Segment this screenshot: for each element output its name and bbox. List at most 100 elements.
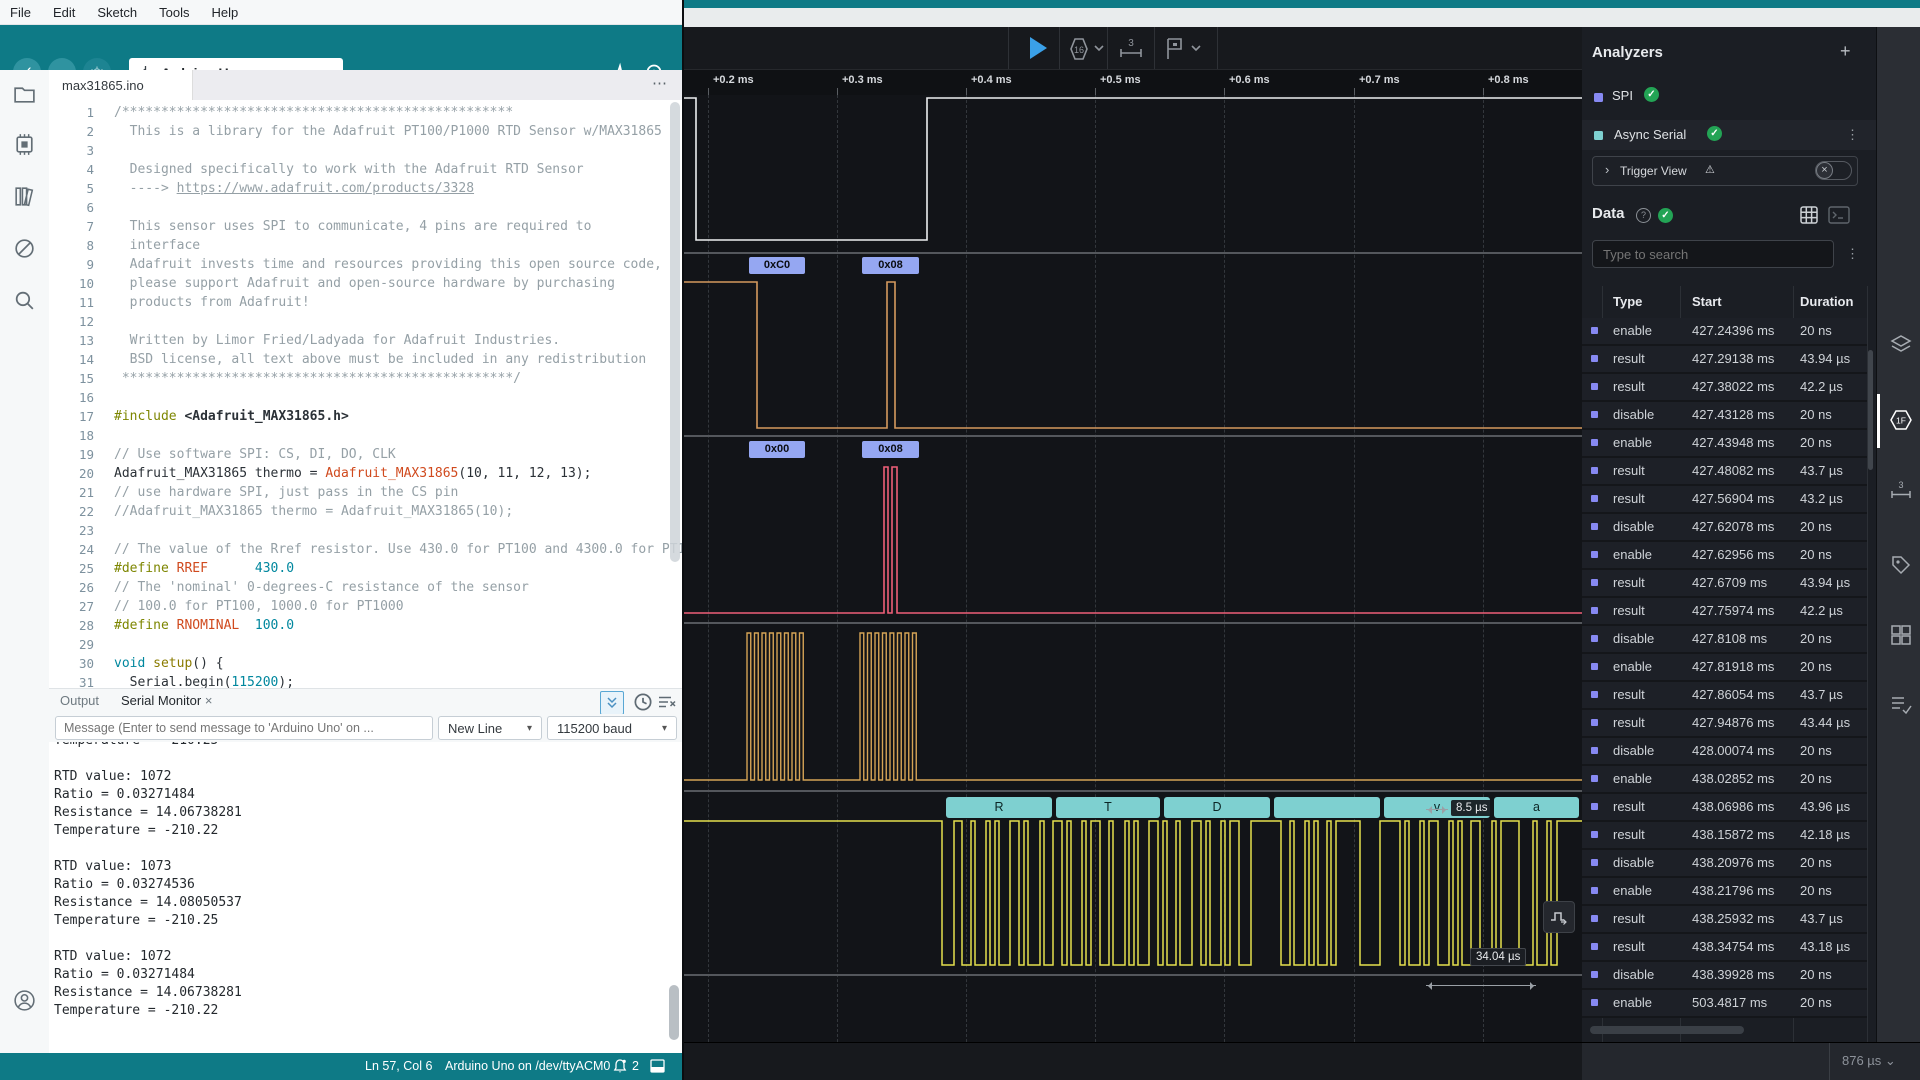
- analyzer-row-async-serial[interactable]: Async Serial ✓ ⋮: [1582, 120, 1876, 150]
- data-table-row[interactable]: result 438.34754 ms 43.18 µs: [1582, 934, 1867, 962]
- annotations-flag-button[interactable]: [1164, 36, 1204, 62]
- menu-sketch[interactable]: Sketch: [97, 5, 137, 20]
- decode-bubble[interactable]: 0xC0: [749, 257, 805, 274]
- data-table-row[interactable]: result 438.25932 ms 43.7 µs: [1582, 906, 1867, 934]
- decode-bubble[interactable]: a: [1494, 797, 1579, 818]
- tab-max31865-ino[interactable]: max31865.ino: [49, 70, 193, 100]
- tab-serial-monitor[interactable]: Serial Monitor ×: [121, 693, 212, 708]
- data-table-row[interactable]: disable 427.8108 ms 20 ns: [1582, 626, 1867, 654]
- serial-message-input[interactable]: [55, 716, 433, 740]
- data-table-row[interactable]: disable 438.20976 ms 20 ns: [1582, 850, 1867, 878]
- spi-channel-color-chip: [1594, 93, 1603, 102]
- data-table-row[interactable]: result 427.75974 ms 42.2 µs: [1582, 598, 1867, 626]
- decode-bubble[interactable]: R: [946, 797, 1052, 818]
- data-table-row[interactable]: enable 503.4817 ms 20 ns: [1582, 990, 1867, 1018]
- data-table-row[interactable]: result 427.29138 ms 43.94 µs: [1582, 346, 1867, 374]
- data-search-input[interactable]: [1592, 240, 1834, 268]
- tab-actions-icon[interactable]: ⋯: [652, 74, 668, 92]
- toggle-panel-icon[interactable]: [650, 1059, 665, 1073]
- data-table-row[interactable]: enable 427.81918 ms 20 ns: [1582, 654, 1867, 682]
- menu-tools[interactable]: Tools: [159, 5, 189, 20]
- annotations-panel-icon[interactable]: [1890, 554, 1912, 576]
- help-icon[interactable]: ?: [1636, 208, 1651, 223]
- measurements-panel-icon[interactable]: 3: [1890, 479, 1912, 501]
- data-table-row[interactable]: result 427.86054 ms 43.7 µs: [1582, 682, 1867, 710]
- data-table-row[interactable]: result 427.56904 ms 43.2 µs: [1582, 486, 1867, 514]
- column-header-start[interactable]: Start: [1692, 294, 1722, 309]
- code-line: please support Adafruit and open-source …: [114, 276, 615, 291]
- data-table-row[interactable]: enable 427.62956 ms 20 ns: [1582, 542, 1867, 570]
- decode-bubble[interactable]: T: [1056, 797, 1160, 818]
- serial-output-line: Ratio = 0.03274536: [54, 877, 195, 892]
- menu-edit[interactable]: Edit: [53, 5, 75, 20]
- table-vertical-scrollbar[interactable]: [1868, 350, 1873, 470]
- device-settings-button[interactable]: 16: [1068, 37, 1106, 61]
- row-channel-chip: [1591, 775, 1598, 782]
- table-view-icon[interactable]: [1800, 206, 1818, 224]
- decode-bubble[interactable]: D: [1164, 797, 1270, 818]
- code-editor[interactable]: 1 2 3 4 5 6 7 8 9 10 11 12 13 14 15 16 17 18 19 20 21 22 23 24 2…: [49, 100, 682, 688]
- notes-panel-icon[interactable]: [1890, 694, 1912, 716]
- search-options-icon[interactable]: ⋮: [1846, 246, 1859, 262]
- decode-bubble[interactable]: 0x00: [749, 441, 805, 458]
- data-table-row[interactable]: result 438.06986 ms 43.96 µs: [1582, 794, 1867, 822]
- editor-scrollbar[interactable]: [670, 102, 680, 562]
- timestamp-icon[interactable]: [633, 692, 653, 712]
- screen: File Edit Sketch Tools Help ✓ → Arduino Uno …: [0, 0, 1920, 1080]
- serial-scrollbar[interactable]: [669, 985, 679, 1040]
- data-table-row[interactable]: enable 438.02852 ms 20 ns: [1582, 766, 1867, 794]
- search-icon[interactable]: [12, 288, 37, 313]
- capture-panel-icon[interactable]: 1F: [1890, 409, 1912, 431]
- spi-analyzer-label: SPI: [1612, 88, 1633, 103]
- serial-options-icon[interactable]: ⋮: [1846, 127, 1859, 143]
- data-table-row[interactable]: result 427.38022 ms 42.2 µs: [1582, 374, 1867, 402]
- tab-output[interactable]: Output: [60, 693, 99, 708]
- data-table-row[interactable]: result 427.94876 ms 43.44 µs: [1582, 710, 1867, 738]
- data-table-row[interactable]: disable 438.39928 ms 20 ns: [1582, 962, 1867, 990]
- terminal-view-icon[interactable]: [1828, 206, 1850, 224]
- serial-monitor-output[interactable]: Temperature = -210.25 RTD value: 1072 Rati…: [49, 742, 682, 1053]
- decode-bubble[interactable]: 0x08: [862, 441, 919, 458]
- decode-bubble[interactable]: [1274, 797, 1380, 818]
- menu-file[interactable]: File: [10, 5, 31, 20]
- window-span-selector[interactable]: 876 µs ⌄: [1842, 1053, 1896, 1069]
- sketchbook-folder-icon[interactable]: [12, 82, 37, 107]
- clear-output-icon[interactable]: [657, 692, 677, 712]
- column-header-duration[interactable]: Duration: [1800, 294, 1853, 309]
- line-ending-select[interactable]: New Line ▾: [438, 716, 542, 740]
- data-table-row[interactable]: result 438.15872 ms 42.18 µs: [1582, 822, 1867, 850]
- trigger-view-toggle[interactable]: ×: [1815, 161, 1852, 180]
- notifications-bell-icon[interactable]: [612, 1058, 628, 1074]
- decode-bubble[interactable]: 0x08: [862, 257, 919, 274]
- debug-panel-icon[interactable]: [12, 236, 37, 261]
- baud-rate-select[interactable]: 115200 baud ▾: [547, 716, 677, 740]
- account-icon[interactable]: [12, 988, 37, 1013]
- timing-marker-button[interactable]: [1543, 901, 1575, 933]
- add-analyzer-button[interactable]: +: [1840, 41, 1851, 62]
- board-port-status[interactable]: Arduino Uno on /dev/ttyACM0: [445, 1059, 610, 1073]
- close-icon[interactable]: ×: [205, 693, 213, 708]
- data-table-row[interactable]: disable 428.00074 ms 20 ns: [1582, 738, 1867, 766]
- trigger-view-row[interactable]: › Trigger View ⚠ ×: [1592, 156, 1858, 186]
- line-number: 26: [78, 580, 94, 595]
- start-capture-button[interactable]: [1026, 34, 1050, 62]
- analyzers-panel-icon[interactable]: [1890, 334, 1912, 356]
- library-manager-icon[interactable]: [12, 184, 37, 209]
- extensions-panel-icon[interactable]: [1890, 624, 1912, 646]
- data-table-row[interactable]: disable 427.62078 ms 20 ns: [1582, 514, 1867, 542]
- column-header-type[interactable]: Type: [1613, 294, 1642, 309]
- data-table-row[interactable]: disable 427.43128 ms 20 ns: [1582, 402, 1867, 430]
- data-table-row[interactable]: enable 427.24396 ms 20 ns: [1582, 318, 1867, 346]
- data-table-row[interactable]: result 427.48082 ms 43.7 µs: [1582, 458, 1867, 486]
- table-horizontal-scrollbar[interactable]: [1590, 1026, 1744, 1034]
- waveform-area[interactable]: +0.2 ms +0.3 ms +0.4 ms +0.5 ms +0.6 ms +0.7 …: [684, 70, 1582, 1042]
- serial-output-line: [54, 840, 242, 858]
- toggle-autoscroll-button[interactable]: [600, 691, 624, 715]
- measurements-button[interactable]: 3: [1118, 36, 1144, 62]
- data-table-row[interactable]: enable 438.21796 ms 20 ns: [1582, 878, 1867, 906]
- data-table-row[interactable]: result 427.6709 ms 43.94 µs: [1582, 570, 1867, 598]
- la-bottom-status: 876 µs ⌄: [1582, 1042, 1920, 1080]
- menu-help[interactable]: Help: [211, 5, 238, 20]
- boards-manager-icon[interactable]: [12, 132, 37, 157]
- data-table-row[interactable]: enable 427.43948 ms 20 ns: [1582, 430, 1867, 458]
